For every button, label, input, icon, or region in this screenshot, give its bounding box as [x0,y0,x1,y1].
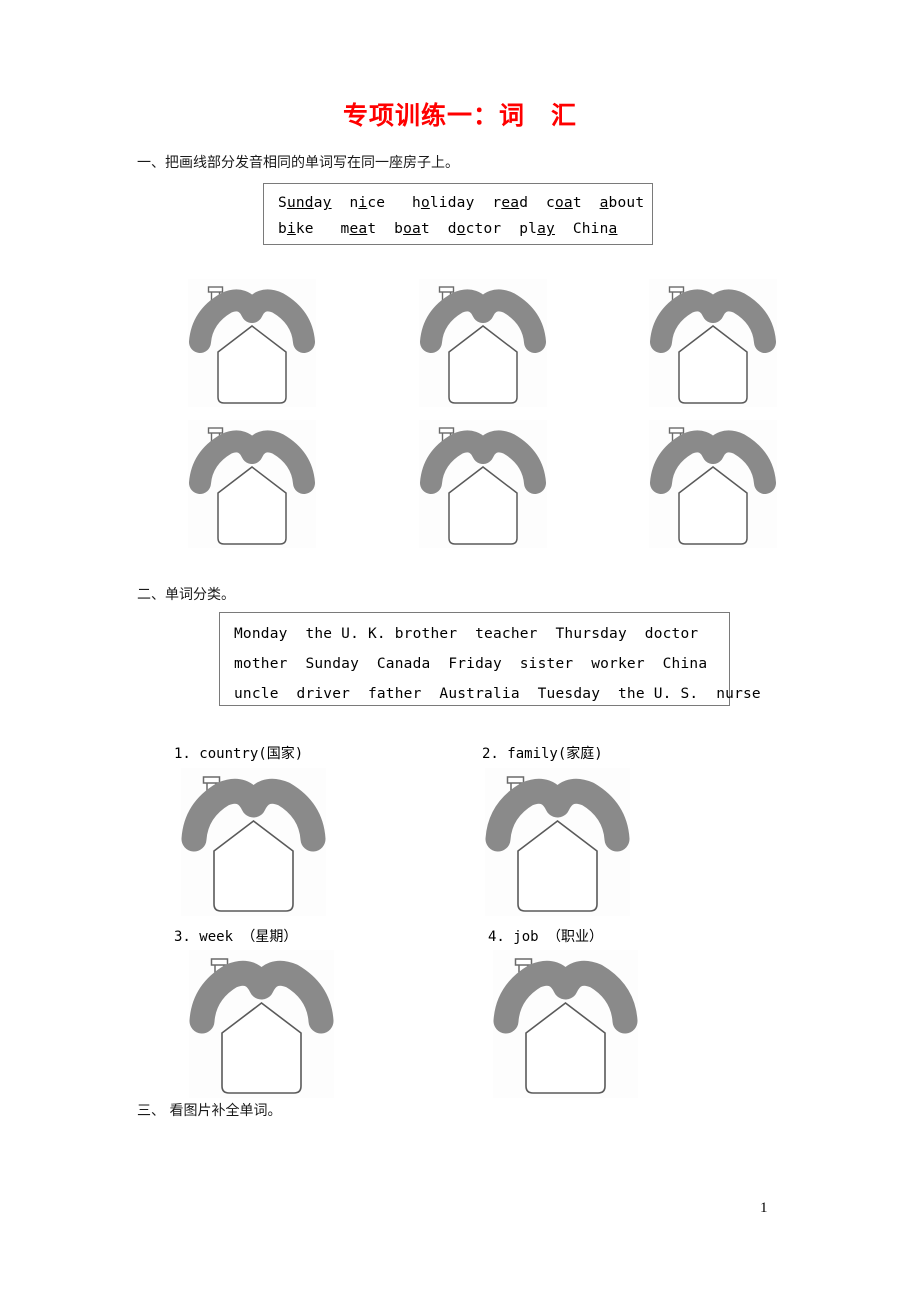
house-icon[interactable] [649,279,777,407]
category-label-family: 2. family(家庭) [482,746,603,762]
section-1-heading: 一、把画线部分发音相同的单词写在同一座房子上。 [137,155,459,171]
word-bank-row: uncle driver father Australia Tuesday th… [234,686,761,702]
house-icon[interactable] [188,420,316,548]
house-icon[interactable] [181,768,326,916]
word-bank-box-1: Sunday nice holiday read coat about bike… [263,183,653,245]
word-bank-row: Sunday nice holiday read coat about [278,195,645,211]
house-icon[interactable] [649,420,777,548]
category-label-country: 1. country(国家) [174,746,304,762]
section-2-heading: 二、单词分类。 [137,587,235,603]
word-bank-box-2: Monday the U. K. brother teacher Thursda… [219,612,761,706]
word-bank-row: mother Sunday Canada Friday sister worke… [234,656,708,672]
house-icon[interactable] [188,279,316,407]
house-icon[interactable] [485,768,630,916]
word-bank-row: bike meat boat doctor play China [278,221,618,237]
section-3-heading: 三、 看图片补全单词。 [137,1103,282,1119]
house-icon[interactable] [419,279,547,407]
category-label-week: 3. week （星期） [174,929,298,945]
house-icon[interactable] [493,950,638,1098]
page-title: 专项训练一：词 汇 [342,101,577,130]
category-label-job: 4. job （职业） [488,929,604,945]
house-icon[interactable] [419,420,547,548]
house-icon[interactable] [189,950,334,1098]
page-number: 1 [760,1200,768,1216]
word-bank-row: Monday the U. K. brother teacher Thursda… [234,626,699,642]
worksheet-page: 专项训练一：词 汇 一、把画线部分发音相同的单词写在同一座房子上。 Sunday… [0,0,920,1302]
